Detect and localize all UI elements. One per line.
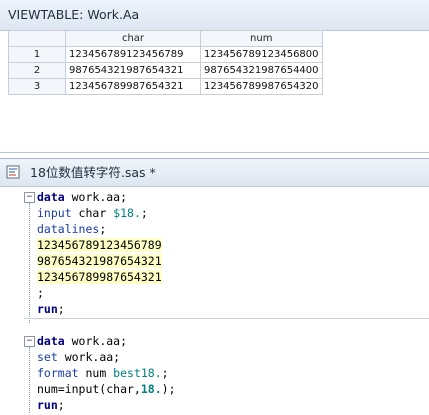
row-number[interactable]: 1 <box>8 46 66 63</box>
code-text: ; <box>57 302 65 316</box>
code-text: work.aa; <box>64 334 128 348</box>
keyword: run <box>37 398 58 412</box>
code-line[interactable]: input char $18.; <box>37 205 148 221</box>
table-row[interactable]: 1 123456789123456789 123456789123456800 <box>8 46 323 63</box>
viewtable-title: VIEWTABLE: Work.Aa <box>0 0 429 31</box>
fold-guide <box>29 347 30 413</box>
code-text: num=input(char, <box>37 382 141 396</box>
code-text: ; <box>161 366 169 380</box>
code-text: ); <box>161 382 176 396</box>
code-line[interactable]: format num best18.; <box>37 365 169 381</box>
datalines-value: 123456789123456789 <box>37 238 162 252</box>
code-line[interactable]: 987654321987654321 <box>37 253 162 269</box>
code-line[interactable]: 123456789987654321 <box>37 269 162 285</box>
code-line[interactable]: set work.aa; <box>37 349 120 365</box>
code-line[interactable]: run; <box>37 301 65 317</box>
code-line[interactable]: 123456789123456789 <box>37 237 162 253</box>
editor-titlebar: 18位数值转字符.sas * <box>0 159 429 187</box>
column-header-char[interactable]: char <box>65 30 201 47</box>
editor-window: 18位数值转字符.sas * − data work.aa; input cha… <box>0 158 429 415</box>
collapse-step1-icon[interactable]: − <box>24 192 35 203</box>
code-text: ; <box>99 222 107 236</box>
row-number[interactable]: 3 <box>8 78 66 95</box>
code-text: work.aa; <box>57 350 121 364</box>
table-row[interactable]: 2 987654321987654321 987654321987654400 <box>8 62 323 79</box>
keyword: data <box>37 190 65 204</box>
keyword: input <box>37 206 72 220</box>
code-line[interactable]: data work.aa; <box>37 189 127 205</box>
keyword: set <box>37 350 58 364</box>
cell-char[interactable]: 123456789123456789 <box>65 46 201 63</box>
cell-num[interactable]: 987654321987654400 <box>200 62 323 79</box>
keyword: format <box>37 366 79 380</box>
sas-program-icon <box>6 165 20 179</box>
editor-title: 18位数值转字符.sas * <box>30 165 156 180</box>
viewtable-window: VIEWTABLE: Work.Aa char num 1 1234567891… <box>0 0 429 153</box>
step-separator <box>24 318 429 319</box>
code-line[interactable]: datalines; <box>37 221 106 237</box>
code-text: char <box>71 206 114 220</box>
grid-corner[interactable] <box>8 30 66 47</box>
table-row[interactable]: 3 123456789987654321 123456789987654320 <box>8 78 323 95</box>
code-line[interactable]: run; <box>37 397 65 413</box>
fold-guide <box>29 203 30 323</box>
code-text: work.aa; <box>64 190 128 204</box>
datalines-value: 123456789987654321 <box>37 270 162 284</box>
collapse-step2-icon[interactable]: − <box>24 336 35 347</box>
keyword: data <box>37 334 65 348</box>
code-text: ; <box>57 398 65 412</box>
numeric-literal: 18. <box>140 382 162 396</box>
format-literal: $18. <box>113 206 141 220</box>
keyword: datalines <box>37 222 100 236</box>
code-line[interactable]: ; <box>37 285 44 301</box>
cell-num[interactable]: 123456789123456800 <box>200 46 323 63</box>
cell-char[interactable]: 123456789987654321 <box>65 78 201 95</box>
code-line[interactable]: data work.aa; <box>37 333 127 349</box>
datalines-value: 987654321987654321 <box>37 254 162 268</box>
code-text: ; <box>140 206 148 220</box>
column-header-num[interactable]: num <box>200 30 323 47</box>
cell-num[interactable]: 123456789987654320 <box>200 78 323 95</box>
row-number[interactable]: 2 <box>8 62 66 79</box>
code-text: ; <box>37 286 44 300</box>
keyword: run <box>37 302 58 316</box>
format-literal: best18. <box>113 366 162 380</box>
code-editor[interactable]: − data work.aa; input char $18.; datalin… <box>0 187 429 415</box>
code-line[interactable]: num=input(char,18.); <box>37 381 176 397</box>
code-text: num <box>78 366 114 380</box>
data-grid: char num 1 123456789123456789 1234567891… <box>8 30 323 95</box>
cell-char[interactable]: 987654321987654321 <box>65 62 201 79</box>
